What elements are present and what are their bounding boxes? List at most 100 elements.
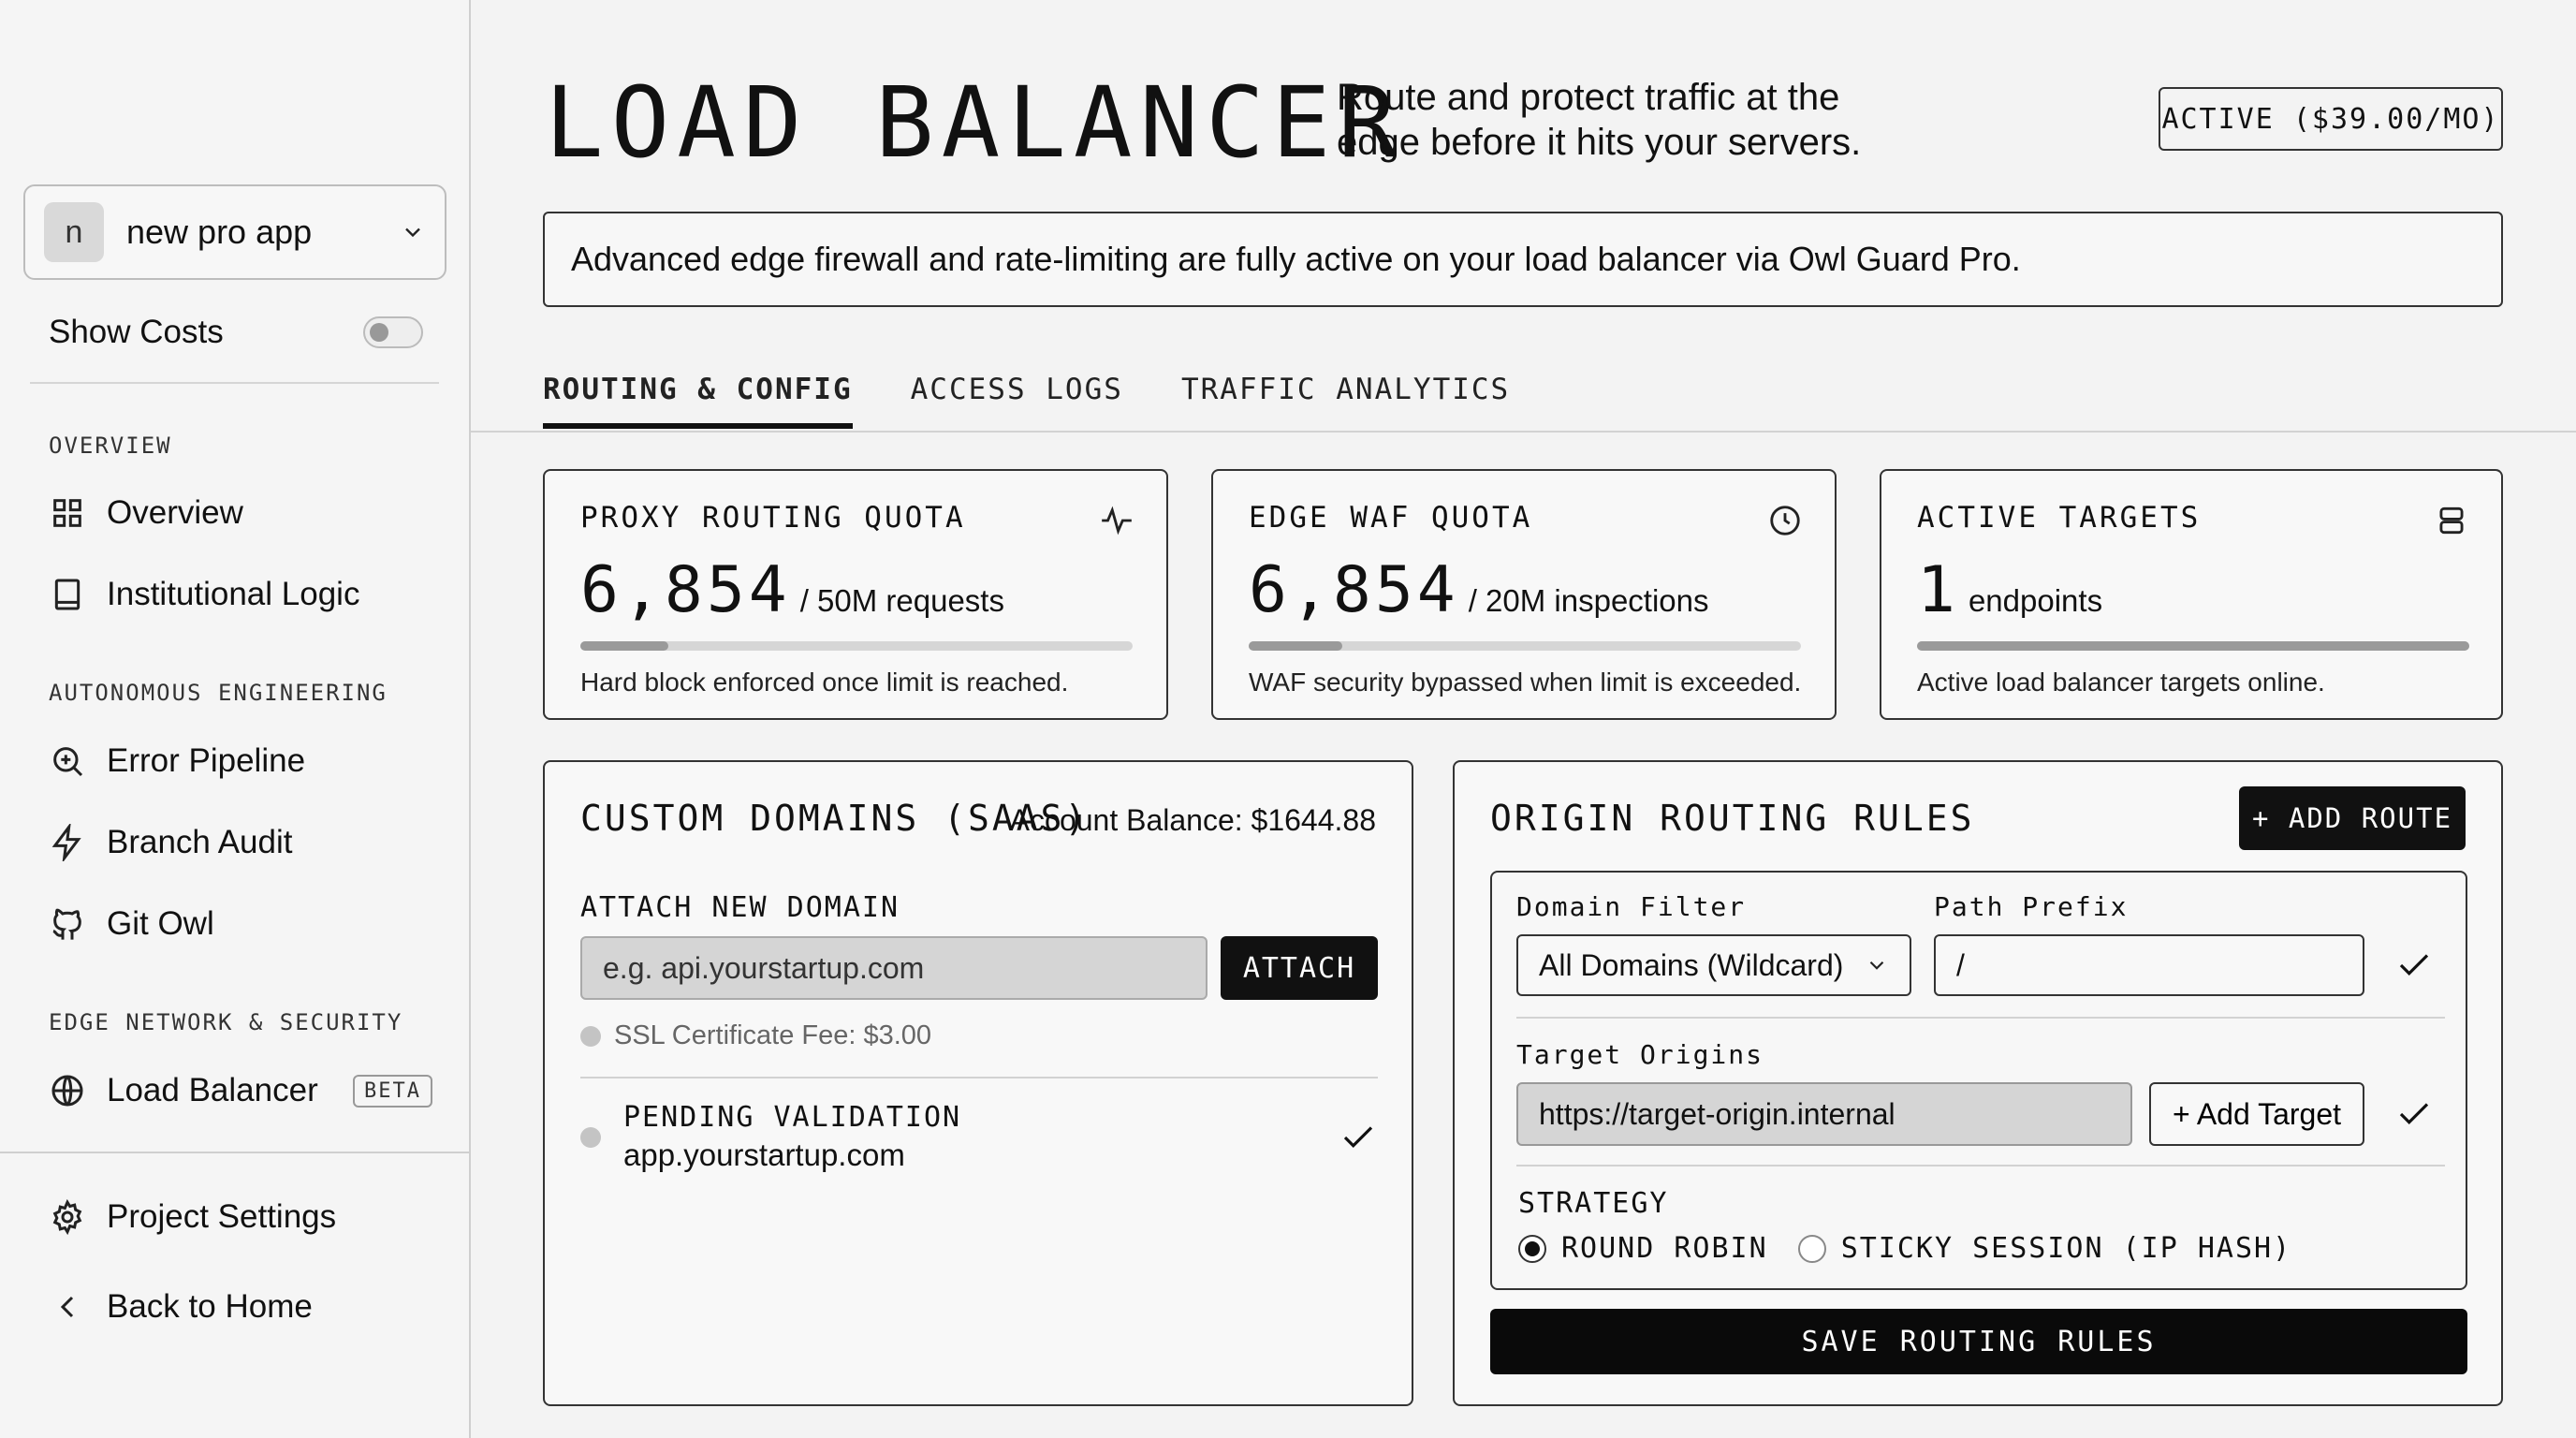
rule-divider: [1516, 1017, 2445, 1019]
domain-row: PENDING VALIDATION app.yourstartup.com: [580, 1101, 1378, 1173]
targets-progress-bar: [1917, 641, 2469, 651]
radio-label: ROUND ROBIN: [1561, 1232, 1768, 1265]
stat-value: 6,854: [1249, 553, 1459, 627]
sidebar-item-project-settings[interactable]: Project Settings: [49, 1191, 432, 1243]
sidebar-item-label: Error Pipeline: [107, 742, 306, 779]
routing-rule: Domain Filter Path Prefix All Domains (W…: [1490, 871, 2467, 1290]
grid-icon: [53, 499, 81, 527]
sidebar-item-branch-audit[interactable]: Branch Audit: [49, 816, 432, 869]
stat-card-waf-quota: EDGE WAF QUOTA 6,854 / 20M inspections W…: [1211, 469, 1837, 720]
panel-title: ORIGIN ROUTING RULES: [1490, 798, 1975, 839]
sidebar: n new pro app Show Costs OVERVIEW Overvi…: [0, 0, 471, 1438]
progress-fill: [580, 641, 669, 651]
sidebar-item-label: Branch Audit: [107, 824, 293, 860]
select-value: All Domains (Wildcard): [1539, 947, 1844, 982]
strategy-radio-group: ROUND ROBIN STICKY SESSION (IP HASH): [1518, 1232, 2321, 1265]
page-title: LOAD BALANCER: [545, 66, 1404, 180]
sidebar-item-institutional-logic[interactable]: Institutional Logic: [49, 568, 432, 621]
toggle-knob: [370, 323, 388, 342]
show-costs-label: Show Costs: [49, 314, 224, 350]
sidebar-divider: [30, 382, 439, 384]
sidebar-item-load-balancer[interactable]: Load Balancer BETA: [49, 1064, 432, 1117]
sidebar-item-label: Back to Home: [107, 1288, 313, 1325]
stat-title: EDGE WAF QUOTA: [1249, 501, 1533, 535]
stat-metric: 6,854 / 20M inspections: [1249, 553, 1709, 627]
attach-button[interactable]: ATTACH: [1221, 936, 1378, 1000]
chevron-down-icon: [1869, 961, 1884, 970]
tab-routing-config[interactable]: ROUTING & CONFIG: [543, 373, 853, 429]
status-dot: [580, 1025, 601, 1047]
stat-title: ACTIVE TARGETS: [1917, 501, 2202, 535]
radio-label: STICKY SESSION (IP HASH): [1840, 1232, 2292, 1265]
status-badge: ACTIVE ($39.00/MO): [2159, 87, 2503, 151]
path-prefix-label: Path Prefix: [1934, 891, 2129, 922]
progress-fill: [1917, 641, 2469, 651]
book-icon: [54, 579, 80, 610]
beta-badge: BETA: [353, 1074, 432, 1108]
panel-divider: [580, 1077, 1378, 1078]
search-bug-icon: [53, 747, 83, 777]
sidebar-item-label: Load Balancer: [107, 1072, 318, 1108]
add-target-button[interactable]: + Add Target: [2149, 1082, 2364, 1146]
info-banner: Advanced edge firewall and rate-limiting…: [543, 212, 2503, 307]
stat-title: PROXY ROUTING QUOTA: [580, 501, 966, 535]
domain-name: app.yourstartup.com: [623, 1137, 905, 1172]
domain-filter-select[interactable]: All Domains (Wildcard): [1516, 934, 1911, 996]
show-costs-toggle[interactable]: [363, 316, 423, 348]
stat-unit: endpoints: [1968, 583, 2103, 618]
clock-icon: [1770, 506, 1800, 536]
tab-underline: [471, 431, 2576, 433]
account-balance: Account Balance: $1644.88: [1009, 803, 1376, 837]
target-origin-input[interactable]: [1516, 1082, 2132, 1146]
tab-bar: ROUTING & CONFIG ACCESS LOGS TRAFFIC ANA…: [543, 373, 1510, 429]
sidebar-item-error-pipeline[interactable]: Error Pipeline: [49, 735, 432, 787]
ssl-fee: SSL Certificate Fee: $3.00: [580, 1020, 931, 1051]
radio-round-robin[interactable]: ROUND ROBIN: [1518, 1232, 1768, 1265]
tab-traffic-analytics[interactable]: TRAFFIC ANALYTICS: [1181, 373, 1510, 429]
sidebar-item-label: Project Settings: [107, 1198, 337, 1235]
check-icon[interactable]: [2394, 946, 2434, 985]
section-autonomous: AUTONOMOUS ENGINEERING: [49, 680, 388, 706]
sidebar-item-label: Institutional Logic: [107, 576, 360, 612]
globe-icon: [51, 1075, 83, 1107]
page-subtitle: Route and protect traffic at the edge be…: [1337, 77, 1862, 163]
stat-note: WAF security bypassed when limit is exce…: [1249, 668, 1802, 697]
domain-input[interactable]: [580, 936, 1208, 1000]
target-origins-label: Target Origins: [1516, 1039, 1764, 1070]
quota-progress-bar: [1249, 641, 1801, 651]
quota-progress-bar: [580, 641, 1133, 651]
sidebar-item-git-owl[interactable]: Git Owl: [49, 898, 432, 950]
banner-text: Advanced edge firewall and rate-limiting…: [571, 240, 2021, 278]
radio-unselected: [1797, 1234, 1826, 1263]
path-prefix-input[interactable]: [1934, 934, 2364, 996]
activity-icon: [1102, 506, 1132, 536]
add-route-button[interactable]: + ADD ROUTE: [2239, 786, 2466, 850]
stat-card-proxy-quota: PROXY ROUTING QUOTA 6,854 / 50M requests…: [543, 469, 1168, 720]
strategy-label: STRATEGY: [1518, 1187, 1669, 1220]
radio-sticky-session[interactable]: STICKY SESSION (IP HASH): [1797, 1232, 2292, 1265]
sidebar-item-label: Git Owl: [107, 905, 214, 942]
show-costs-row: Show Costs: [49, 309, 423, 356]
sidebar-item-back-home[interactable]: Back to Home: [49, 1281, 432, 1333]
check-icon[interactable]: [2394, 1094, 2434, 1134]
project-avatar: n: [44, 202, 104, 262]
pending-dot: [580, 1126, 601, 1148]
gear-icon: [52, 1198, 82, 1236]
rule-divider: [1516, 1165, 2445, 1167]
sidebar-divider: [0, 1152, 471, 1153]
server-icon: [2439, 506, 2464, 535]
sidebar-item-label: Overview: [107, 494, 243, 531]
tab-access-logs[interactable]: ACCESS LOGS: [911, 373, 1123, 429]
ssl-fee-text: SSL Certificate Fee: $3.00: [614, 1020, 932, 1050]
stat-unit: / 50M requests: [799, 583, 1004, 618]
domain-state: PENDING VALIDATION: [623, 1101, 962, 1134]
custom-domains-panel: CUSTOM DOMAINS (SAAS) Account Balance: $…: [543, 760, 1413, 1406]
stat-note: Hard block enforced once limit is reache…: [580, 668, 1069, 697]
check-icon[interactable]: [1339, 1118, 1378, 1157]
sidebar-item-overview[interactable]: Overview: [49, 487, 432, 539]
project-selector[interactable]: n new pro app: [23, 184, 446, 280]
stat-note: Active load balancer targets online.: [1917, 668, 2325, 697]
chevron-left-icon: [60, 1296, 74, 1318]
save-routing-rules-button[interactable]: SAVE ROUTING RULES: [1490, 1309, 2467, 1374]
stat-metric: 6,854 / 50M requests: [580, 553, 1004, 627]
